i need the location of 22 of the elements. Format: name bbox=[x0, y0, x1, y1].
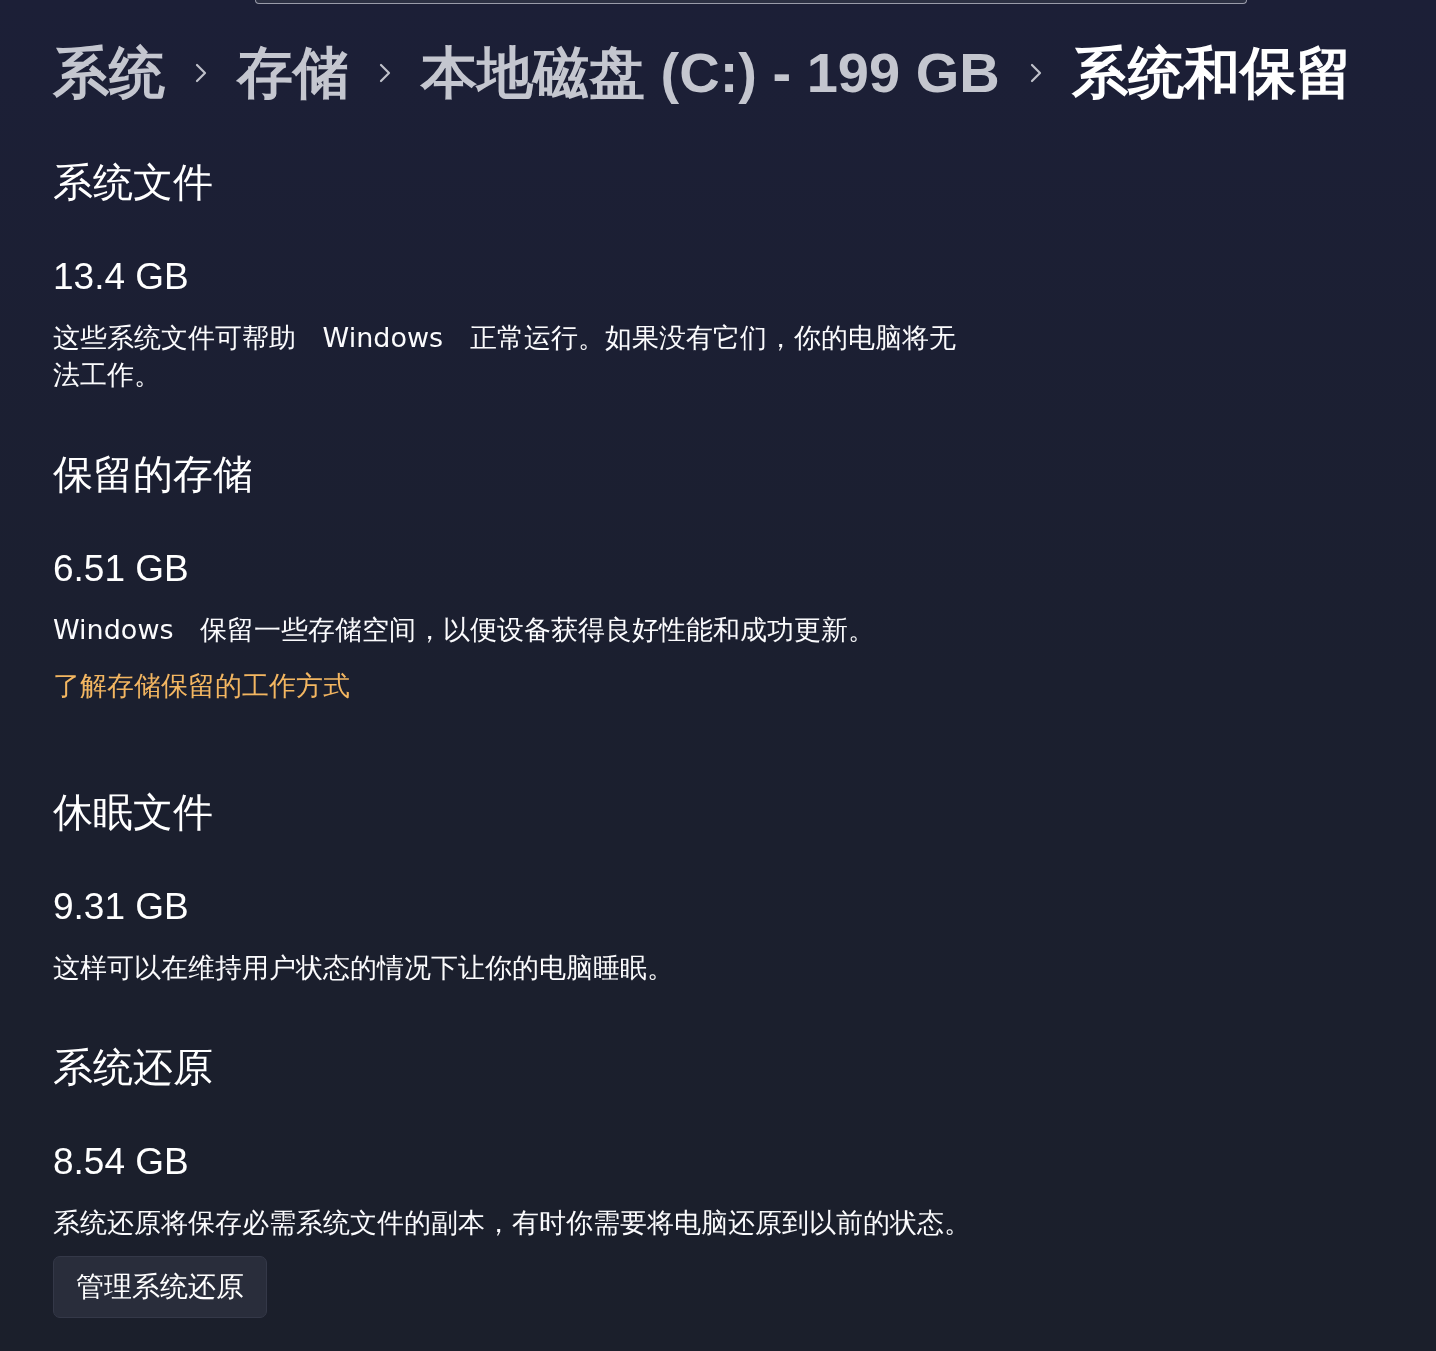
chevron-icon bbox=[1029, 62, 1042, 83]
section-heading: 系统文件 bbox=[53, 158, 213, 207]
size-value: 13.4 GB bbox=[53, 255, 189, 299]
description-text: 系统还原将保存必需系统文件的副本，有时你需要将电脑还原到以前的状态。 bbox=[53, 1206, 972, 1240]
breadcrumb-link[interactable]: 本地磁盘 (C:) - 199 GB bbox=[421, 36, 1000, 109]
chevron-icon bbox=[195, 62, 207, 83]
search-field[interactable] bbox=[255, 0, 1247, 4]
breadcrumb-link[interactable]: 存储 bbox=[237, 36, 349, 109]
section-heading: 保留的存储 bbox=[53, 450, 253, 499]
section-heading: 休眠文件 bbox=[53, 788, 213, 837]
breadcrumb-link[interactable]: 系统 bbox=[53, 36, 165, 109]
description-text: 这些系统文件可帮助 Windows 正常运行。如果没有它们，你的电脑将无法工作。 bbox=[53, 321, 957, 392]
description-text: Windows 保留一些存储空间，以便设备获得良好性能和成功更新。 bbox=[53, 613, 877, 647]
size-value: 8.54 GB bbox=[53, 1140, 189, 1184]
learn-more-link[interactable]: 了解存储保留的工作方式 bbox=[53, 667, 350, 704]
chevron-icon bbox=[379, 62, 391, 83]
size-value: 9.31 GB bbox=[53, 885, 189, 929]
section-heading: 系统还原 bbox=[53, 1043, 213, 1092]
description-text: 这样可以在维持用户状态的情况下让你的电脑睡眠。 bbox=[53, 951, 675, 985]
page-title: 系统和保留 bbox=[1071, 40, 1352, 106]
manage-button[interactable]: 管理系统还原 bbox=[53, 1256, 267, 1318]
size-value: 6.51 GB bbox=[53, 547, 189, 591]
